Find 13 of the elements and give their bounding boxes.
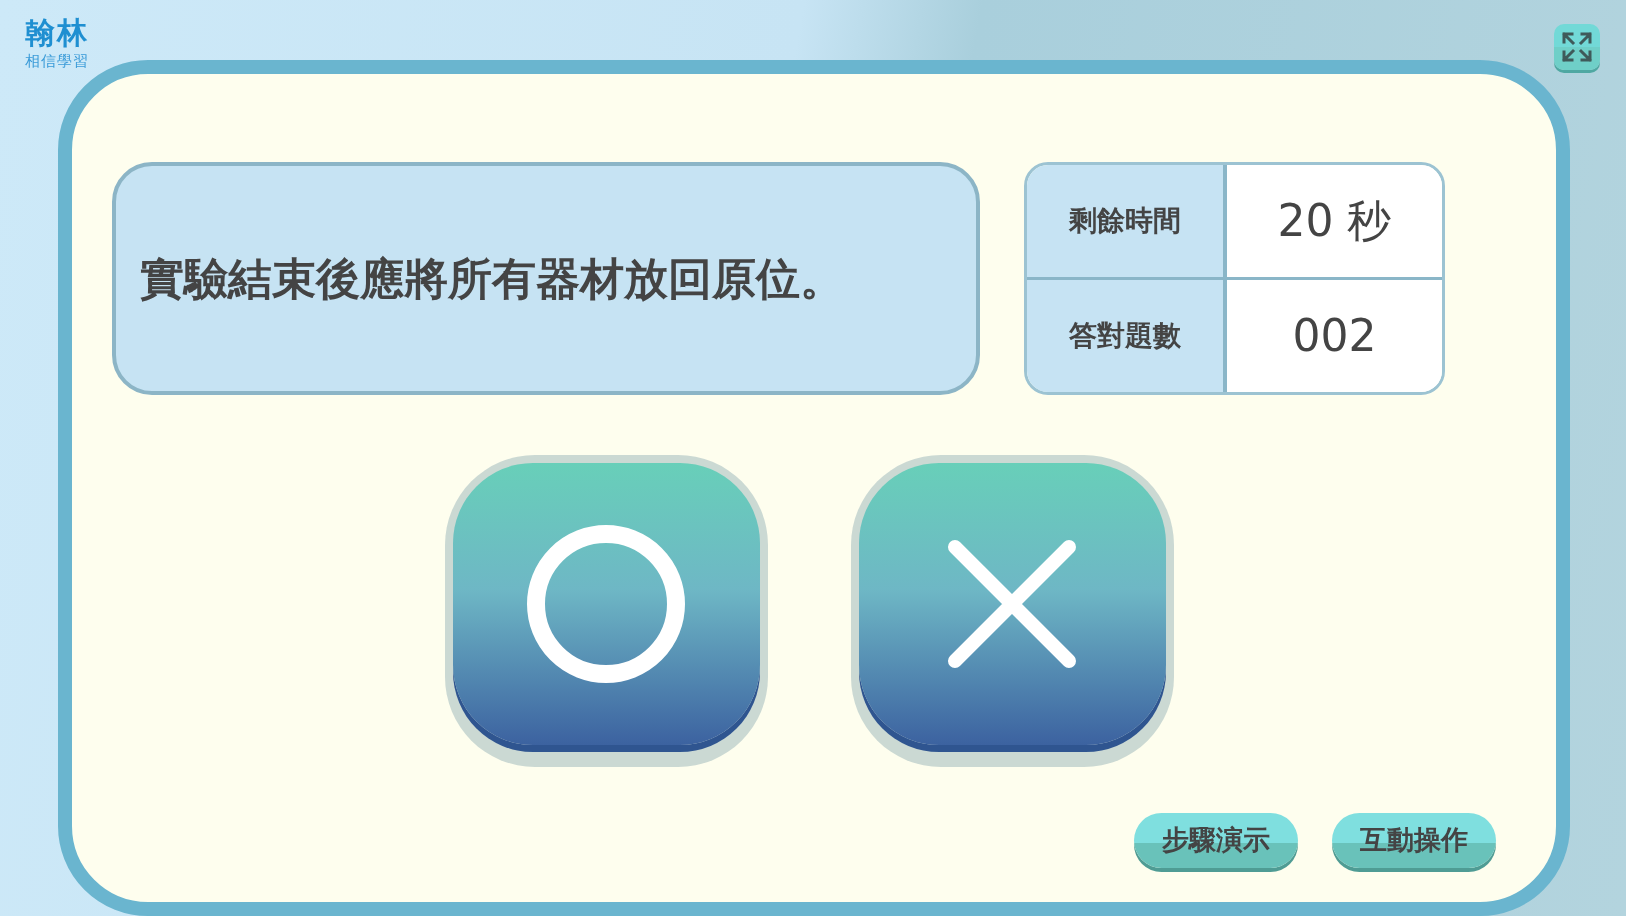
stat-value: 002 <box>1227 280 1442 392</box>
stat-label: 答對題數 <box>1027 280 1227 392</box>
question-text: 實驗結束後應將所有器材放回原位。 <box>140 251 844 306</box>
circle-icon <box>526 524 686 684</box>
fullscreen-icon <box>1561 31 1593 63</box>
logo-name: 翰林 <box>25 18 89 48</box>
cross-icon <box>947 539 1077 669</box>
true-button[interactable] <box>444 455 768 767</box>
stat-value: 20 秒 <box>1227 165 1442 277</box>
logo-tagline: 相信學習 <box>25 54 89 69</box>
stat-label: 剩餘時間 <box>1027 165 1227 277</box>
false-button[interactable] <box>850 455 1174 767</box>
fullscreen-button[interactable] <box>1554 24 1600 70</box>
